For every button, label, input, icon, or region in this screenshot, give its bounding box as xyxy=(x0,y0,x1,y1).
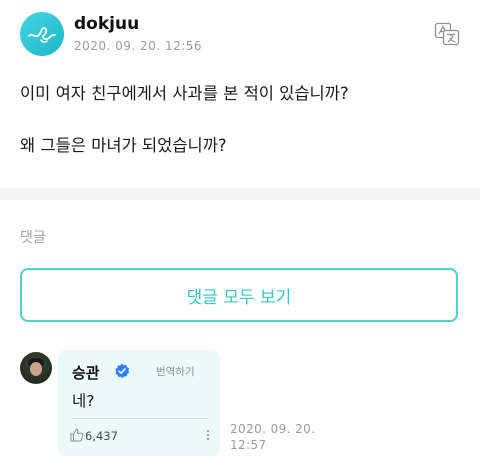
thumbs-up-icon[interactable] xyxy=(70,428,84,442)
avatar-logo-icon xyxy=(28,27,56,43)
comment-date: 2020. 09. 20. 12:57 xyxy=(230,421,320,453)
verified-badge-icon xyxy=(115,363,130,378)
translate-button[interactable] xyxy=(434,22,460,46)
view-all-comments-button[interactable]: 댓글 모두 보기 xyxy=(20,268,458,322)
like-count: 6,437 xyxy=(85,429,118,443)
post-paragraph-2: 왜 그들은 마녀가 되었습니까? xyxy=(20,136,227,155)
comment-text: 네? xyxy=(72,392,95,410)
section-divider xyxy=(0,188,480,200)
more-vertical-icon[interactable] xyxy=(205,428,211,442)
comment-date-line1: 2020. 09. 20. xyxy=(230,422,316,436)
post-header: dokjuu 2020. 09. 20. 12:56 xyxy=(20,12,460,60)
commenter-name[interactable]: 승관 xyxy=(72,362,100,383)
commenter-avatar[interactable] xyxy=(20,352,52,384)
comment-item: 승관 번역하기 네? 6,437 2020. 09. 20. 12:57 xyxy=(20,348,460,458)
comment-date-line2: 12:57 xyxy=(230,438,267,452)
avatar-face xyxy=(30,362,42,376)
bubble-divider xyxy=(72,418,208,419)
author-avatar[interactable] xyxy=(20,12,64,56)
comment-bubble: 승관 번역하기 네? 6,437 xyxy=(58,350,220,456)
post-body: 이미 여자 친구에게서 사과를 본 적이 있습니까? 왜 그들은 마녀가 되었습… xyxy=(20,82,460,158)
post-paragraph-1: 이미 여자 친구에게서 사과를 본 적이 있습니까? xyxy=(20,84,349,103)
post-author[interactable]: dokjuu xyxy=(74,14,139,34)
comments-label: 댓글 xyxy=(20,230,46,246)
post-date: 2020. 09. 20. 12:56 xyxy=(74,39,203,53)
translate-icon xyxy=(434,22,460,46)
comment-translate-button[interactable]: 번역하기 xyxy=(156,364,195,379)
